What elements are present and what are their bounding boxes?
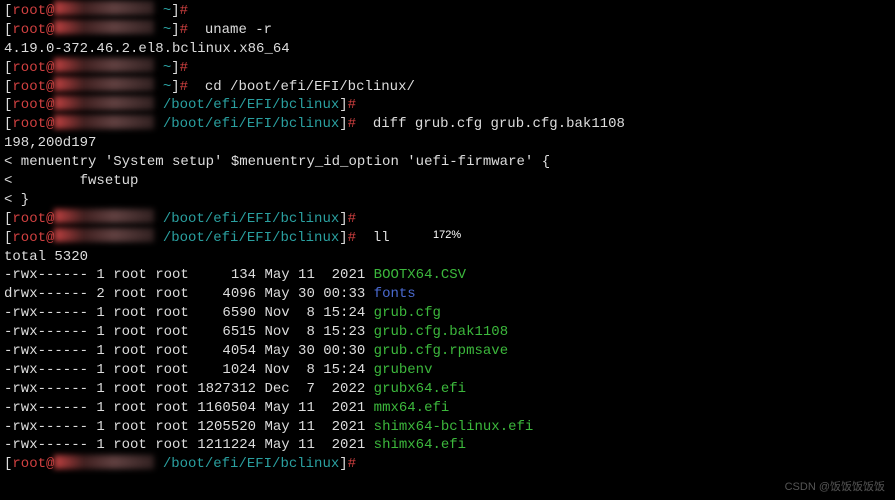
prompt-line: [root@ /boot/efi/EFI/bclinux]#: [4, 455, 891, 474]
prompt-line: [root@ ~]# uname -r: [4, 21, 891, 40]
prompt-line: [root@ ~]# cd /boot/efi/EFI/bclinux/: [4, 78, 891, 97]
ls-row: drwx------ 2 root root 4096 May 30 00:33…: [4, 285, 891, 304]
ls-row: -rwx------ 1 root root 4054 May 30 00:30…: [4, 342, 891, 361]
prompt-line: [root@ /boot/efi/EFI/bclinux]#: [4, 96, 891, 115]
ls-row: -rwx------ 1 root root 1827312 Dec 7 202…: [4, 380, 891, 399]
ls-row: -rwx------ 1 root root 6515 Nov 8 15:23 …: [4, 323, 891, 342]
prompt-line: [root@ ~]#: [4, 2, 891, 21]
diff-line: < menuentry 'System setup' $menuentry_id…: [4, 153, 891, 172]
ls-row: -rwx------ 1 root root 1160504 May 11 20…: [4, 399, 891, 418]
watermark: CSDN @饭饭饭饭饭: [785, 480, 885, 495]
prompt-line: [root@ /boot/efi/EFI/bclinux]#: [4, 210, 891, 229]
prompt-line: [root@ /boot/efi/EFI/bclinux]# diff grub…: [4, 115, 891, 134]
ls-row: -rwx------ 1 root root 1211224 May 11 20…: [4, 436, 891, 455]
zoom-indicator: 172%: [433, 228, 461, 243]
ls-total: total 5320: [4, 248, 891, 267]
diff-line: < fwsetup: [4, 172, 891, 191]
ls-row: -rwx------ 1 root root 1205520 May 11 20…: [4, 418, 891, 437]
prompt-line: [root@ ~]#: [4, 59, 891, 78]
ls-row: -rwx------ 1 root root 134 May 11 2021 B…: [4, 266, 891, 285]
diff-header: 198,200d197: [4, 134, 891, 153]
ls-row: -rwx------ 1 root root 1024 Nov 8 15:24 …: [4, 361, 891, 380]
diff-line: < }: [4, 191, 891, 210]
uname-output: 4.19.0-372.46.2.el8.bclinux.x86_64: [4, 40, 891, 59]
ls-row: -rwx------ 1 root root 6590 Nov 8 15:24 …: [4, 304, 891, 323]
